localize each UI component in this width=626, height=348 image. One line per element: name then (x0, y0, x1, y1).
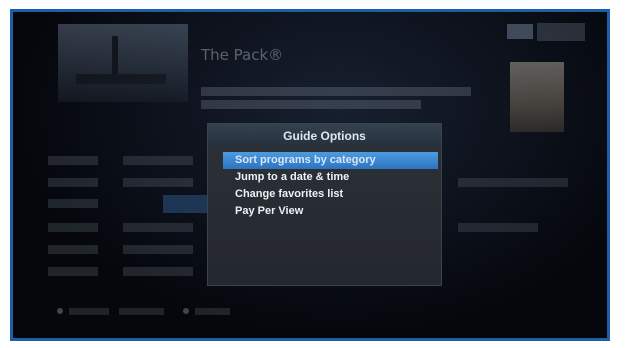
thumbnail-deck (76, 74, 166, 84)
menu-item-jump-to-date[interactable]: Jump to a date & time (223, 169, 438, 186)
channel-cell (48, 178, 98, 187)
poster-image (510, 62, 564, 132)
program-cell (123, 245, 193, 254)
channel-cell (48, 223, 98, 232)
show-title: The Pack® (201, 46, 284, 64)
program-cell-right (458, 223, 538, 232)
thumbnail-mast (112, 36, 118, 76)
tv-screen: The Pack® Guide Options Sort programs by… (10, 9, 610, 341)
program-cell (123, 223, 193, 232)
menu-item-pay-per-view[interactable]: Pay Per View (223, 203, 438, 220)
legend-label (69, 308, 109, 315)
channel-cell (48, 267, 98, 276)
program-cell (123, 156, 193, 165)
channel-cell (48, 199, 98, 208)
guide-options-dialog: Guide Options Sort programs by category … (207, 123, 442, 286)
clock-info (537, 23, 585, 41)
channel-cell (48, 156, 98, 165)
channel-logo-icon (507, 24, 533, 39)
program-cell (123, 178, 193, 187)
program-cell-right (458, 178, 568, 187)
menu-item-sort-by-category[interactable]: Sort programs by category (223, 152, 438, 169)
legend-icon (183, 308, 189, 314)
program-cell (123, 267, 193, 276)
dialog-header: Guide Options (208, 124, 441, 146)
program-thumbnail (58, 24, 188, 102)
dialog-title: Guide Options (283, 129, 366, 143)
legend-label (195, 308, 230, 315)
legend-icon (57, 308, 63, 314)
options-menu: Sort programs by category Jump to a date… (223, 152, 438, 220)
menu-item-change-favorites[interactable]: Change favorites list (223, 186, 438, 203)
legend-label (119, 308, 164, 315)
channel-cell (48, 245, 98, 254)
show-description-blur (201, 87, 481, 109)
